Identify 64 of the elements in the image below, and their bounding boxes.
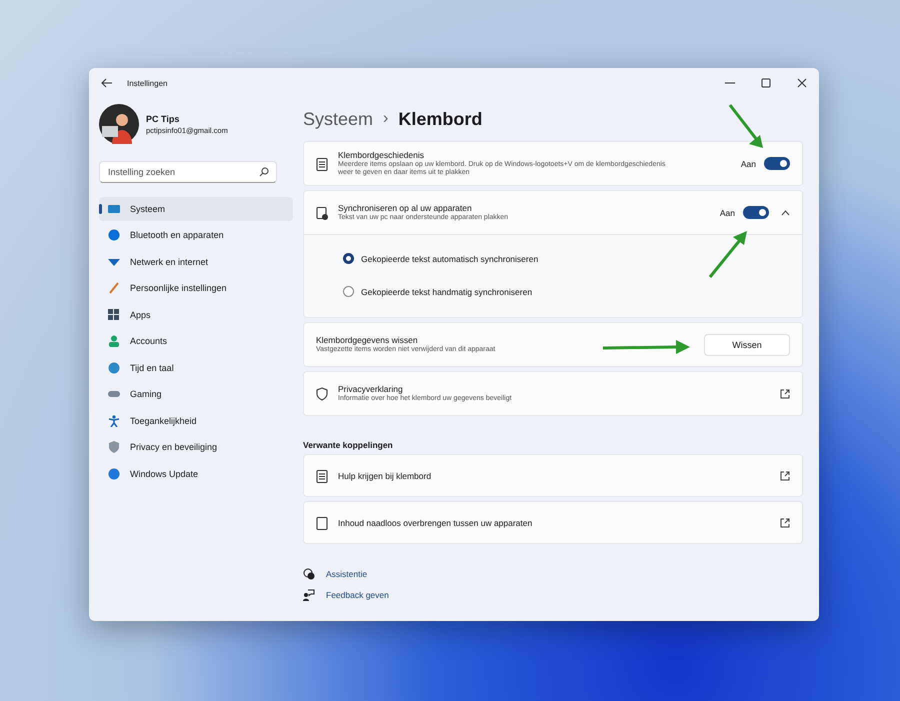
feedback-icon bbox=[303, 589, 315, 601]
related-link-card[interactable]: Inhoud naadloos overbrengen tussen uw apparaten bbox=[303, 501, 803, 544]
annotation-arrow bbox=[728, 104, 763, 148]
category-icon bbox=[108, 335, 120, 348]
sidebar-item[interactable]: Gaming bbox=[99, 382, 293, 406]
sidebar-item[interactable]: Privacy en beveiliging bbox=[99, 436, 293, 459]
clipboard-icon bbox=[316, 156, 328, 170]
setting-title: Privacyverklaring bbox=[338, 384, 404, 394]
category-icon bbox=[108, 229, 120, 242]
setting-title: Klembordgeschiedenis bbox=[338, 150, 425, 160]
category-icon bbox=[108, 414, 120, 427]
radio-label[interactable]: Gekopieerde tekst automatisch synchroniseren bbox=[361, 254, 538, 264]
avatar-icon bbox=[99, 104, 139, 144]
footer-link[interactable]: Feedback geven bbox=[326, 590, 389, 600]
annotation-arrow bbox=[708, 231, 747, 278]
sidebar-item[interactable]: Toegankelijkheid bbox=[99, 409, 293, 432]
search-field[interactable]: Instelling zoeken bbox=[99, 161, 277, 183]
search-icon bbox=[259, 167, 269, 177]
related-link-title: Inhoud naadloos overbrengen tussen uw apparaten bbox=[338, 518, 532, 528]
external-link-icon bbox=[780, 518, 790, 528]
toggle-switch[interactable] bbox=[764, 157, 790, 170]
sidebar-item[interactable]: Netwerk en internet bbox=[99, 250, 293, 274]
clipboard-list-icon bbox=[316, 468, 328, 482]
sidebar-item[interactable]: Tijd en taal bbox=[99, 356, 293, 380]
external-link-icon bbox=[780, 470, 790, 480]
close-icon[interactable] bbox=[797, 78, 807, 88]
maximize-icon[interactable] bbox=[761, 78, 771, 88]
category-icon bbox=[108, 468, 120, 480]
external-link-icon[interactable] bbox=[780, 388, 790, 398]
sidebar-item[interactable]: Persoonlijke instellingen bbox=[99, 276, 293, 300]
radio-button[interactable] bbox=[343, 253, 354, 264]
category-icon bbox=[108, 202, 120, 215]
toggle-state-label: Aan bbox=[720, 208, 735, 218]
toggle-switch[interactable] bbox=[743, 206, 769, 219]
section-heading: Verwante koppelingen bbox=[303, 440, 394, 450]
setting-title: Synchroniseren op al uw apparaten bbox=[338, 202, 473, 213]
chevron-up-icon[interactable] bbox=[781, 210, 790, 216]
category-icon bbox=[108, 308, 120, 321]
sidebar-item[interactable]: Apps bbox=[99, 303, 293, 326]
category-icon bbox=[108, 441, 120, 454]
radio-button[interactable] bbox=[343, 286, 354, 297]
back-arrow-icon[interactable] bbox=[101, 78, 113, 88]
shield-icon bbox=[316, 386, 328, 400]
related-link-card[interactable]: Hulp krijgen bij klembord bbox=[303, 454, 803, 497]
sidebar-item[interactable]: Windows Update bbox=[99, 462, 293, 486]
help-chat-icon bbox=[303, 568, 315, 580]
clipboard-icon bbox=[316, 516, 328, 530]
footer-link[interactable]: Assistentie bbox=[326, 569, 368, 579]
sidebar-item[interactable]: Bluetooth en apparaten bbox=[99, 224, 293, 247]
clipboard-sync-icon bbox=[316, 206, 328, 220]
radio-label[interactable]: Gekopieerde tekst handmatig synchroniseren bbox=[361, 286, 532, 296]
page-title: Klembord bbox=[398, 108, 482, 130]
breadcrumb-separator: › bbox=[383, 110, 388, 128]
related-link-title: Hulp krijgen bij klembord bbox=[338, 470, 432, 480]
breadcrumb-parent[interactable]: Systeem bbox=[303, 108, 374, 130]
sidebar-item[interactable]: Systeem bbox=[99, 197, 293, 220]
sidebar-item[interactable]: Accounts bbox=[99, 330, 293, 353]
setting-title: Klembordgegevens wissen bbox=[316, 334, 419, 345]
window-title: Instellingen bbox=[127, 78, 168, 88]
toggle-state-label: Aan bbox=[740, 158, 756, 168]
profile-name: PC Tips bbox=[146, 114, 180, 124]
category-icon bbox=[108, 362, 120, 374]
clear-button[interactable]: Wissen bbox=[704, 334, 790, 356]
category-icon bbox=[108, 282, 120, 294]
